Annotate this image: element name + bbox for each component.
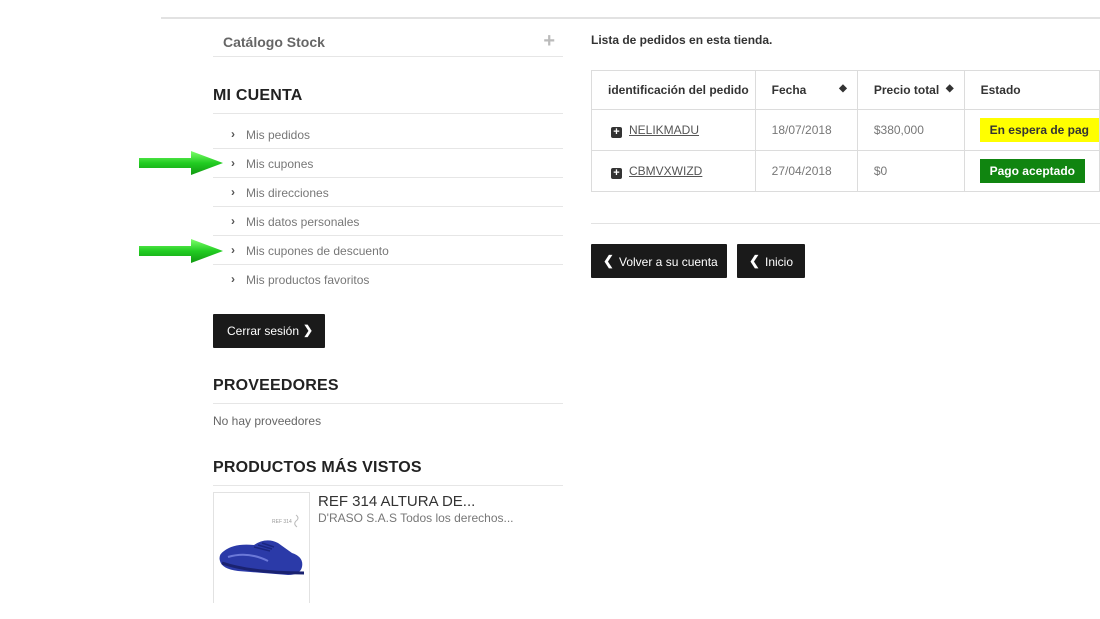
product-description: D'RASO S.A.S Todos los derechos... xyxy=(318,511,514,525)
top-divider xyxy=(161,17,1100,19)
account-item-label: Mis cupones xyxy=(246,157,314,171)
order-reference-cell: + NELIKMADU xyxy=(591,109,756,151)
order-status-cell: Pago aceptado xyxy=(963,150,1100,192)
account-item-label: Mis pedidos xyxy=(246,128,311,142)
product-thumbnail[interactable]: REF 314 xyxy=(213,492,310,603)
chevron-right-icon: ❯ xyxy=(303,323,314,337)
table-row: + CBMVXWIZD 27/04/2018 $0 Pago aceptado xyxy=(591,150,1100,192)
account-item-vouchers[interactable]: › Mis cupones xyxy=(213,149,563,178)
home-label: Inicio xyxy=(765,255,794,269)
column-header-label: Fecha xyxy=(771,83,807,97)
account-item-label: Mis direcciones xyxy=(246,186,329,200)
logout-button[interactable]: Cerrar sesión ❯ xyxy=(213,314,325,348)
chevron-left-icon: ❮ xyxy=(603,253,614,268)
shoe-image: REF 314 xyxy=(219,514,305,575)
sort-icon[interactable]: ◆ xyxy=(946,83,954,94)
green-arrow-icon xyxy=(139,239,223,263)
column-header-total[interactable]: Precio total ◆ xyxy=(856,70,965,110)
order-date-cell: 18/07/2018 xyxy=(754,109,858,151)
column-header-status: Estado xyxy=(963,70,1100,110)
chevron-right-icon: › xyxy=(231,185,235,199)
chevron-right-icon: › xyxy=(231,272,235,286)
orders-table: identificación del pedido Fecha ◆ Precio… xyxy=(591,70,1100,192)
order-total-cell: $0 xyxy=(856,150,965,192)
column-header-label: Precio total xyxy=(873,83,940,97)
account-item-label: Mis productos favoritos xyxy=(246,273,370,287)
orders-caption: Lista de pedidos en esta tienda. xyxy=(591,33,773,47)
chevron-right-icon: › xyxy=(231,243,235,257)
catalog-title: Catálogo Stock xyxy=(223,34,325,50)
product-name-link[interactable]: REF 314 ALTURA DE... xyxy=(318,493,475,510)
divider xyxy=(591,223,1100,224)
table-header-row: identificación del pedido Fecha ◆ Precio… xyxy=(591,70,1100,110)
back-to-account-button[interactable]: ❮ Volver a su cuenta xyxy=(591,244,727,278)
account-block-title: MI CUENTA xyxy=(213,87,563,114)
status-badge: Pago aceptado xyxy=(979,159,1085,183)
order-status-cell: En espera de pag xyxy=(963,109,1100,151)
order-reference-link[interactable]: NELIKMADU xyxy=(629,123,699,137)
table-row: + NELIKMADU 18/07/2018 $380,000 En espera… xyxy=(591,109,1100,151)
account-item-discount-vouchers[interactable]: › Mis cupones de descuento xyxy=(213,236,563,265)
chevron-right-icon: › xyxy=(231,156,235,170)
order-reference-cell: + CBMVXWIZD xyxy=(591,150,756,192)
account-item-label: Mis datos personales xyxy=(246,215,360,229)
green-arrow-icon xyxy=(139,151,223,175)
order-reference-link[interactable]: CBMVXWIZD xyxy=(629,164,702,178)
account-item-favorites[interactable]: › Mis productos favoritos xyxy=(213,265,563,293)
account-item-orders[interactable]: › Mis pedidos xyxy=(213,120,563,149)
suppliers-block-title: PROVEEDORES xyxy=(213,377,563,404)
viewed-products-title: PRODUCTOS MÁS VISTOS xyxy=(213,459,563,486)
chevron-left-icon: ❮ xyxy=(749,253,760,268)
expand-plus-icon[interactable]: + xyxy=(611,167,622,179)
home-button[interactable]: ❮ Inicio xyxy=(737,244,805,278)
account-item-label: Mis cupones de descuento xyxy=(246,244,389,258)
order-total-cell: $380,000 xyxy=(856,109,965,151)
sort-icon[interactable]: ◆ xyxy=(839,83,847,94)
logout-label: Cerrar sesión xyxy=(227,324,300,338)
product-thumb-tag: REF 314 xyxy=(272,519,292,525)
account-item-personal-info[interactable]: › Mis datos personales xyxy=(213,207,563,236)
expand-plus-icon[interactable]: + xyxy=(611,126,622,138)
column-header-reference: identificación del pedido xyxy=(591,70,756,110)
chevron-right-icon: › xyxy=(231,127,235,141)
catalog-block-header[interactable]: Catálogo Stock + xyxy=(213,30,563,57)
plus-icon[interactable]: + xyxy=(543,30,555,53)
back-to-account-label: Volver a su cuenta xyxy=(619,255,718,269)
column-header-date[interactable]: Fecha ◆ xyxy=(754,70,858,110)
order-date-cell: 27/04/2018 xyxy=(754,150,858,192)
chevron-right-icon: › xyxy=(231,214,235,228)
account-item-addresses[interactable]: › Mis direcciones xyxy=(213,178,563,207)
account-menu: › Mis pedidos › Mis cupones › Mis direcc… xyxy=(213,120,563,293)
no-suppliers-text: No hay proveedores xyxy=(213,414,322,428)
status-badge: En espera de pag xyxy=(979,118,1099,142)
